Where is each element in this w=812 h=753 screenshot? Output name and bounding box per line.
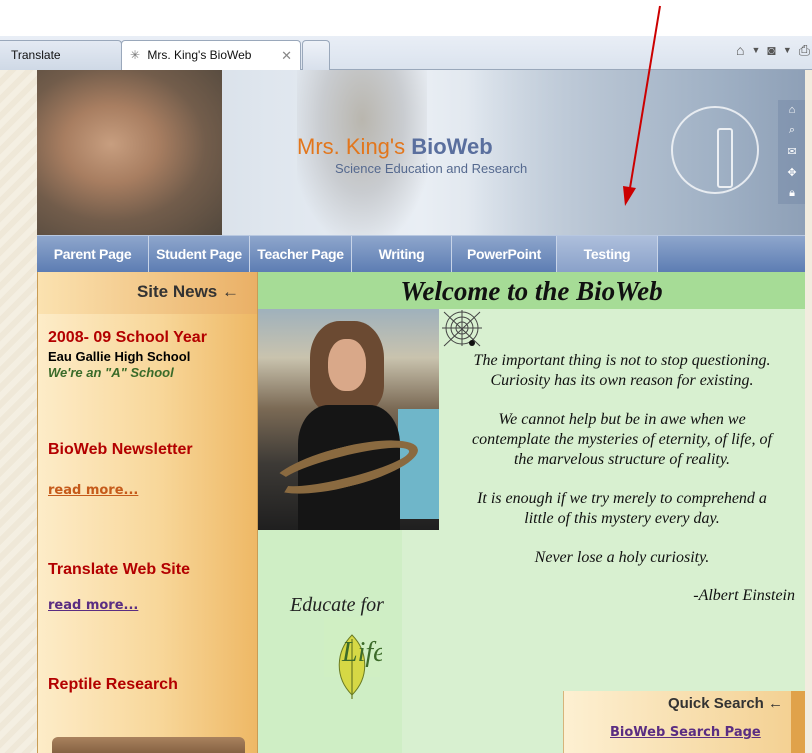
main-content: Welcome to the BioWeb The important thin… bbox=[258, 272, 805, 753]
bioweb-search-page-link[interactable]: BioWeb Search Page bbox=[610, 725, 761, 740]
site-logo[interactable]: Mrs. King's BioWeb Science Education and… bbox=[297, 134, 527, 176]
dna-helix-graphic bbox=[717, 128, 733, 188]
welcome-heading: Welcome to the BioWeb bbox=[258, 272, 805, 309]
quote-line: It is enough if we try merely to compreh… bbox=[477, 490, 767, 507]
translate-read-more-link[interactable]: read more... bbox=[48, 598, 138, 613]
quote-line: Never lose a holy curiosity. bbox=[534, 549, 710, 566]
search-icon[interactable]: ⌕ bbox=[789, 124, 795, 137]
students-photo bbox=[37, 70, 222, 235]
quote-line: little of this mystery every day. bbox=[524, 510, 720, 527]
home-icon[interactable]: ⌂ bbox=[789, 104, 796, 116]
rss-feed-icon[interactable]: ◙ bbox=[767, 42, 775, 58]
reptile-research-heading: Reptile Research bbox=[48, 676, 178, 693]
move-icon[interactable]: ✥ bbox=[787, 166, 796, 179]
print-icon[interactable]: ⎙ bbox=[799, 42, 810, 59]
site-news-sidebar: Site News ← 2008- 09 School Year Eau Gal… bbox=[37, 272, 258, 753]
reptile-photo[interactable] bbox=[52, 737, 245, 753]
brand-name: Mrs. King's bbox=[297, 134, 412, 159]
quote-line: We cannot help but be in awe when we bbox=[498, 411, 746, 428]
chevron-down-icon[interactable]: ▼ bbox=[783, 45, 792, 55]
quote-line: The important thing is not to stop quest… bbox=[473, 352, 771, 369]
browser-toolbar: ⌂ ▼ ◙ ▼ ⎙ bbox=[736, 40, 810, 60]
newsletter-heading: BioWeb Newsletter bbox=[48, 441, 193, 458]
life-leaf-logo: Life bbox=[324, 617, 382, 699]
site-news-heading: Site News ← bbox=[38, 272, 257, 314]
nav-powerpoint[interactable]: PowerPoint bbox=[452, 236, 557, 272]
quote-line: contemplate the mysteries of eternity, o… bbox=[472, 431, 772, 448]
nav-teacher-page[interactable]: Teacher Page bbox=[250, 236, 352, 272]
main-nav: Parent Page Student Page Teacher Page Wr… bbox=[37, 235, 805, 272]
school-year-heading: 2008- 09 School Year bbox=[48, 329, 207, 346]
newsletter-read-more-link[interactable]: read more... bbox=[48, 483, 138, 498]
nav-testing[interactable]: Testing bbox=[557, 236, 658, 272]
header-banner: Mrs. King's BioWeb Science Education and… bbox=[37, 70, 805, 235]
quote-author: -Albert Einstein bbox=[693, 587, 795, 604]
teacher-with-snake-photo bbox=[258, 309, 439, 530]
dna-graphic bbox=[671, 106, 759, 194]
page-background-right bbox=[805, 70, 812, 753]
banner-icon-bar: ⌂ ⌕ ✉ ✥ 🔒︎ bbox=[778, 100, 805, 204]
browser-tab-strip: Translate ✳ Mrs. King's BioWeb ✕ bbox=[0, 36, 812, 71]
home-icon[interactable]: ⌂ bbox=[736, 42, 744, 58]
educate-for-life-text: Educate for bbox=[290, 594, 384, 616]
portrait-face bbox=[328, 339, 366, 391]
tab-label: Translate bbox=[11, 48, 61, 62]
quote-line: Curiosity has its own reason for existin… bbox=[490, 372, 754, 389]
quick-search-heading: Quick Search ← bbox=[667, 695, 783, 712]
spider-web-icon bbox=[442, 310, 482, 347]
tab-translate[interactable]: Translate bbox=[0, 40, 122, 70]
spider-web-favicon-icon: ✳ bbox=[130, 48, 141, 62]
page-background-left bbox=[0, 70, 37, 753]
translate-heading: Translate Web Site bbox=[48, 561, 190, 578]
mail-icon[interactable]: ✉ bbox=[787, 145, 796, 158]
chevron-down-icon[interactable]: ▼ bbox=[751, 45, 760, 55]
tab-bioweb[interactable]: ✳ Mrs. King's BioWeb ✕ bbox=[121, 40, 301, 71]
quick-search-edge bbox=[791, 691, 805, 753]
nav-student-page[interactable]: Student Page bbox=[149, 236, 250, 272]
lock-icon[interactable]: 🔒︎ bbox=[789, 187, 795, 200]
quick-search-panel: Quick Search ← BioWeb Search Page bbox=[563, 691, 805, 753]
school-motto: We're an "A" School bbox=[48, 365, 174, 380]
site-subtitle: Science Education and Research bbox=[335, 161, 528, 176]
nav-parent-page[interactable]: Parent Page bbox=[37, 236, 149, 272]
nav-writing[interactable]: Writing bbox=[352, 236, 452, 272]
school-name: Eau Gallie High School bbox=[48, 349, 191, 364]
new-tab-button[interactable] bbox=[302, 40, 330, 70]
close-tab-icon[interactable]: ✕ bbox=[281, 48, 292, 64]
svg-text:Life: Life bbox=[341, 637, 382, 668]
tab-label: Mrs. King's BioWeb bbox=[147, 48, 252, 62]
brand-bioweb: BioWeb bbox=[411, 134, 493, 159]
quote-line: the marvelous structure of reality. bbox=[513, 451, 731, 468]
